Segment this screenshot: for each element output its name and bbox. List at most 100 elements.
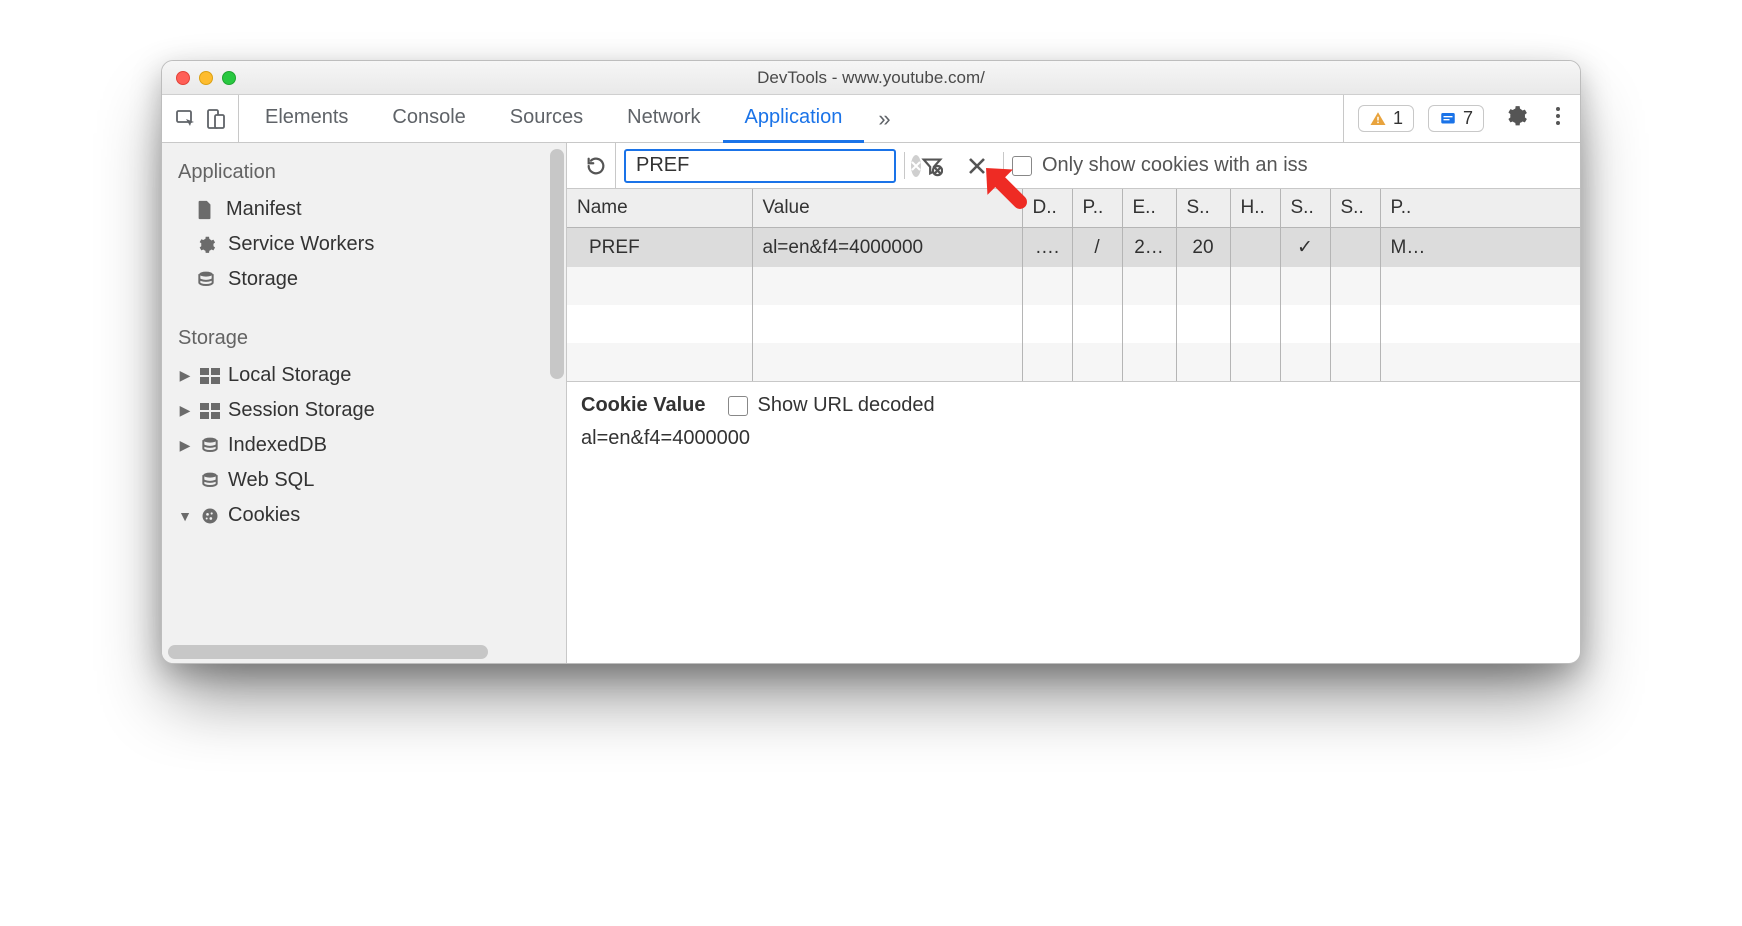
sidebar-item-cookies[interactable]: ▼ Cookies [162,498,566,533]
separator [1003,152,1004,179]
devtools-window: DevTools - www.youtube.com/ Elements Con… [161,60,1581,664]
show-url-decoded-label: Show URL decoded [758,394,935,417]
minimize-window-button[interactable] [199,71,213,85]
window-controls [176,71,236,85]
cookies-filter-input-wrap [624,149,896,183]
cell-expires: 2… [1122,228,1176,268]
col-value[interactable]: Value [752,189,1022,228]
only-issues-checkbox[interactable]: Only show cookies with an iss [1012,154,1308,177]
cookies-table: Name Value D.. P.. E.. S.. H.. S.. S.. P… [567,189,1580,382]
col-path[interactable]: P.. [1072,189,1122,228]
caret-right-icon: ▶ [178,367,192,384]
sidebar-item-label: Service Workers [228,233,374,256]
more-options-icon[interactable] [1548,104,1568,134]
only-issues-label: Only show cookies with an iss [1042,154,1308,177]
cookie-detail-title: Cookie Value [581,394,706,417]
table-row[interactable]: PREF al=en&f4=4000000 …. / 2… 20 ✓ M… [567,228,1580,268]
grid-icon [200,368,220,384]
checkbox-icon [728,396,748,416]
toolbar-left-tools [168,95,239,142]
toolbar-right: 1 7 [1343,95,1574,142]
refresh-button[interactable] [577,143,616,188]
device-toggle-icon[interactable] [204,107,228,131]
more-tabs-button[interactable]: » [864,95,904,142]
caret-down-icon: ▼ [178,508,192,524]
delete-selected-icon[interactable] [959,152,995,180]
zoom-window-button[interactable] [222,71,236,85]
sidebar-item-storage[interactable]: Storage [162,262,566,297]
checkbox-icon [1012,156,1032,176]
database-icon [196,270,216,290]
col-size[interactable]: S.. [1176,189,1230,228]
close-window-button[interactable] [176,71,190,85]
sidebar-scrollbar-horizontal[interactable] [168,645,560,659]
caret-right-icon: ▶ [178,437,192,454]
cell-priority: M… [1380,228,1580,268]
cell-path: / [1072,228,1122,268]
col-priority[interactable]: P.. [1380,189,1580,228]
tab-elements[interactable]: Elements [243,95,370,143]
cell-value: al=en&f4=4000000 [752,228,1022,268]
col-httponly[interactable]: H.. [1230,189,1280,228]
sidebar-item-indexeddb[interactable]: ▶ IndexedDB [162,428,566,463]
col-name[interactable]: Name [567,189,752,228]
sidebar-item-label: Local Storage [228,364,351,387]
tab-application[interactable]: Application [723,95,865,143]
devtools-toolbar: Elements Console Sources Network Applica… [162,95,1580,143]
panel-body: Application Manifest Service Workers Sto… [162,143,1580,663]
titlebar: DevTools - www.youtube.com/ [162,61,1580,95]
settings-icon[interactable] [1498,104,1534,134]
cookies-pane: Only show cookies with an iss [567,143,1580,663]
sidebar-item-session-storage[interactable]: ▶ Session Storage [162,393,566,428]
separator [904,152,905,179]
show-url-decoded-checkbox[interactable]: Show URL decoded [728,394,935,417]
cookie-icon [200,506,220,526]
sidebar-item-label: Manifest [226,198,302,221]
cookies-filter-bar: Only show cookies with an iss [567,143,1580,189]
grid-icon [200,403,220,419]
sidebar-item-manifest[interactable]: Manifest [162,192,566,227]
sidebar-section-storage: Storage [162,319,566,358]
col-secure[interactable]: S.. [1280,189,1330,228]
tab-network[interactable]: Network [605,95,722,143]
tab-console[interactable]: Console [370,95,487,143]
clear-all-filters-icon[interactable] [913,151,951,181]
cell-secure: ✓ [1280,228,1330,268]
cell-httponly [1230,228,1280,268]
sidebar-item-label: Storage [228,268,298,291]
col-samesite[interactable]: S.. [1330,189,1380,228]
cell-name: PREF [567,228,752,268]
window-title: DevTools - www.youtube.com/ [162,68,1580,88]
cell-samesite [1330,228,1380,268]
sidebar-item-local-storage[interactable]: ▶ Local Storage [162,358,566,393]
table-row-empty [567,305,1580,343]
database-icon [200,471,220,491]
col-expires[interactable]: E.. [1122,189,1176,228]
file-icon [196,200,214,220]
issues-badge[interactable]: 7 [1428,105,1484,132]
cell-domain: …. [1022,228,1072,268]
caret-right-icon: ▶ [178,402,192,419]
cookies-filter-input[interactable] [634,153,903,178]
cookie-detail-pane: Cookie Value Show URL decoded al=en&f4=4… [567,382,1580,663]
tab-sources[interactable]: Sources [488,95,605,143]
cell-size: 20 [1176,228,1230,268]
sidebar-item-websql[interactable]: Web SQL [162,463,566,498]
database-icon [200,436,220,456]
application-sidebar: Application Manifest Service Workers Sto… [162,143,567,663]
inspect-icon[interactable] [174,107,198,131]
sidebar-item-service-workers[interactable]: Service Workers [162,227,566,262]
table-row-empty [567,267,1580,305]
cookie-detail-value: al=en&f4=4000000 [581,427,1566,450]
sidebar-item-label: Session Storage [228,399,375,422]
issues-count: 7 [1463,108,1473,129]
sidebar-section-application: Application [162,153,566,192]
col-domain[interactable]: D.. [1022,189,1072,228]
sidebar-item-label: Web SQL [228,469,314,492]
table-header-row: Name Value D.. P.. E.. S.. H.. S.. S.. P… [567,189,1580,228]
sidebar-scrollbar-vertical[interactable] [550,149,564,379]
sidebar-item-label: Cookies [228,504,300,527]
warnings-badge[interactable]: 1 [1358,105,1414,132]
warnings-count: 1 [1393,108,1403,129]
sidebar-item-label: IndexedDB [228,434,327,457]
